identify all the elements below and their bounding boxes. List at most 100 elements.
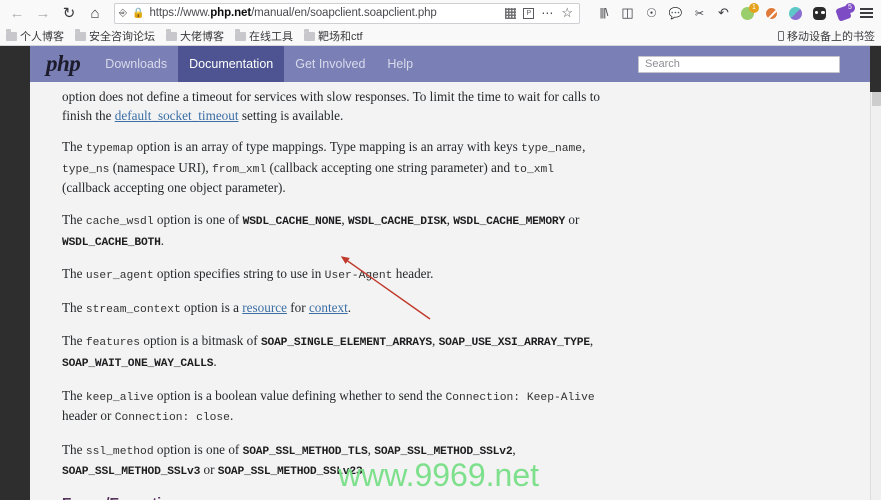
constant-name: SOAP_WAIT_ONE_WAY_CALLS	[62, 357, 214, 370]
green-extension-badge: 1	[749, 2, 759, 13]
bookmark-item[interactable]: 靶场和ctf	[304, 28, 363, 44]
paragraph-p-ssl-method: The ssl_method option is one of SOAP_SSL…	[62, 441, 602, 482]
inline-code: features	[85, 337, 141, 350]
reader-view-icon[interactable]: P	[523, 7, 535, 19]
text-run: The	[62, 441, 86, 457]
doc-link[interactable]: default_socket_timeout	[115, 108, 239, 123]
text-run: .	[362, 462, 366, 478]
url-text: https://www.php.net/manual/en/soapclient…	[149, 7, 437, 19]
paragraph-p-typemap: The typemap option is an array of type m…	[62, 138, 602, 198]
paragraph-p-keep-alive: The keep_alive option is a boolean value…	[62, 387, 602, 428]
mobile-bookmarks-item[interactable]: 移动设备上的书签	[778, 28, 875, 44]
text-run: option is a bitmask of	[140, 333, 261, 349]
bookmark-item[interactable]: 在线工具	[235, 28, 293, 44]
padlock-icon[interactable]: 🔒	[132, 8, 144, 19]
bookmark-item[interactable]: 安全咨询论坛	[75, 28, 155, 44]
account-icon[interactable]: ☉	[644, 6, 659, 21]
bookmark-label: 大佬博客	[180, 31, 224, 43]
inline-code: to_xml	[513, 163, 555, 176]
home-button[interactable]: ⌂	[82, 2, 108, 24]
text-run: The	[62, 333, 86, 349]
undo-icon[interactable]: ↶	[716, 5, 731, 21]
hamburger-menu-icon[interactable]	[860, 6, 873, 21]
address-bar[interactable]: ⎆ 🔒 https://www.php.net/manual/en/soapcl…	[114, 2, 580, 24]
purple-extension-badge: 5	[845, 2, 855, 13]
sidebar-icon[interactable]: ◫	[620, 5, 635, 21]
qr-code-icon[interactable]	[505, 7, 517, 19]
bookmark-item[interactable]: 大佬博客	[166, 28, 224, 44]
manual-content: option does not define a timeout for ser…	[30, 82, 636, 500]
search-input[interactable]: Search	[638, 55, 840, 73]
nav-documentation[interactable]: Documentation	[178, 46, 285, 82]
doc-link[interactable]: context	[309, 300, 348, 315]
text-run: option is an array of type mappings. Typ…	[133, 139, 522, 155]
search-area: Search	[638, 46, 870, 82]
text-run: The	[62, 387, 86, 403]
inline-code: keep_alive	[85, 391, 154, 404]
constant-name: SOAP_SINGLE_ELEMENT_ARRAYS	[260, 337, 432, 350]
text-run: The	[62, 139, 86, 155]
text-run: .	[229, 408, 234, 424]
inline-code: Connection: close	[114, 412, 230, 425]
more-actions-icon[interactable]: ⋯	[541, 6, 554, 20]
text-run: option is one of	[153, 441, 243, 457]
nav-help[interactable]: Help	[376, 46, 424, 82]
green-extension-icon[interactable]: 1	[740, 2, 759, 21]
inline-code: type_ns	[62, 163, 110, 176]
vertical-scrollbar[interactable]	[870, 92, 881, 500]
folder-icon	[75, 29, 86, 41]
text-run: option is one of	[153, 211, 243, 227]
constant-name: WSDL_CACHE_BOTH	[62, 236, 161, 249]
inline-code: Connection: Keep-Alive	[445, 391, 595, 404]
constant-name: SOAP_SSL_METHOD_SSLv23	[217, 466, 363, 479]
section-heading-errors-exceptions: Errors/Exceptions	[62, 496, 636, 500]
php-logo[interactable]: php	[30, 46, 94, 82]
paragraph-p-timeout: option does not define a timeout for ser…	[62, 88, 602, 125]
purple-extension-icon[interactable]: 5	[835, 2, 855, 22]
shield-icon[interactable]: ⎆	[119, 8, 127, 19]
scrollbar-thumb[interactable]	[872, 92, 881, 106]
block-extension-icon[interactable]	[764, 6, 779, 21]
text-run: ,	[589, 333, 594, 349]
php-site-navbar: php Downloads Documentation Get Involved…	[30, 46, 870, 82]
inline-code: user_agent	[85, 270, 154, 283]
shield-extension-icon[interactable]	[788, 6, 803, 21]
browser-chrome: ← → ↻ ⌂ ⎆ 🔒 https://www.php.net/manual/e…	[0, 0, 881, 46]
text-run: .	[347, 299, 352, 315]
inline-code: ssl_method	[85, 445, 154, 458]
nav-get-involved[interactable]: Get Involved	[284, 46, 376, 82]
paragraph-list: option does not define a timeout for ser…	[62, 88, 636, 482]
text-run: setting is available.	[238, 107, 344, 123]
back-button[interactable]: ←	[4, 2, 30, 24]
constant-name: SOAP_USE_XSI_ARRAY_TYPE	[438, 337, 591, 350]
nav-downloads[interactable]: Downloads	[94, 46, 178, 82]
inline-code: User-Agent	[324, 270, 393, 283]
folder-icon	[6, 29, 17, 41]
paragraph-p-user-agent: The user_agent option specifies string t…	[62, 265, 602, 286]
constant-name: SOAP_SSL_METHOD_TLS	[242, 445, 368, 458]
constant-name: SOAP_SSL_METHOD_SSLv3	[62, 466, 201, 479]
glasses-extension-icon[interactable]	[812, 6, 827, 21]
inline-code: typemap	[85, 143, 134, 156]
clip-icon[interactable]: ✂	[692, 6, 707, 21]
bookmarks-bar: 个人博客 安全咨询论坛 大佬博客 在线工具 靶场和ctf 移动设备上的书签	[0, 26, 881, 46]
library-icon[interactable]: |||\	[596, 6, 611, 21]
forward-button[interactable]: →	[30, 2, 56, 24]
inline-code: type_name	[521, 143, 583, 156]
text-run: The	[62, 299, 86, 315]
bookmark-label: 安全咨询论坛	[89, 31, 155, 43]
reload-button[interactable]: ↻	[56, 2, 82, 24]
text-run: (callback accepting one string parameter…	[266, 159, 514, 175]
text-run: or	[565, 211, 580, 227]
text-run: header or	[62, 408, 115, 424]
extension-toolbar: |||\ ◫ ☉ 💬 ✂ ↶ 1 5	[586, 2, 881, 22]
text-run: .	[213, 353, 217, 369]
star-icon[interactable]: ☆	[561, 5, 573, 21]
chat-icon[interactable]: 💬	[668, 6, 683, 21]
phone-icon	[778, 31, 784, 41]
bookmark-item[interactable]: 个人博客	[6, 28, 64, 44]
inline-code: from_xml	[212, 163, 267, 176]
text-run: option specifies string to use in	[153, 266, 325, 282]
folder-icon	[166, 29, 177, 41]
doc-link[interactable]: resource	[242, 300, 287, 315]
